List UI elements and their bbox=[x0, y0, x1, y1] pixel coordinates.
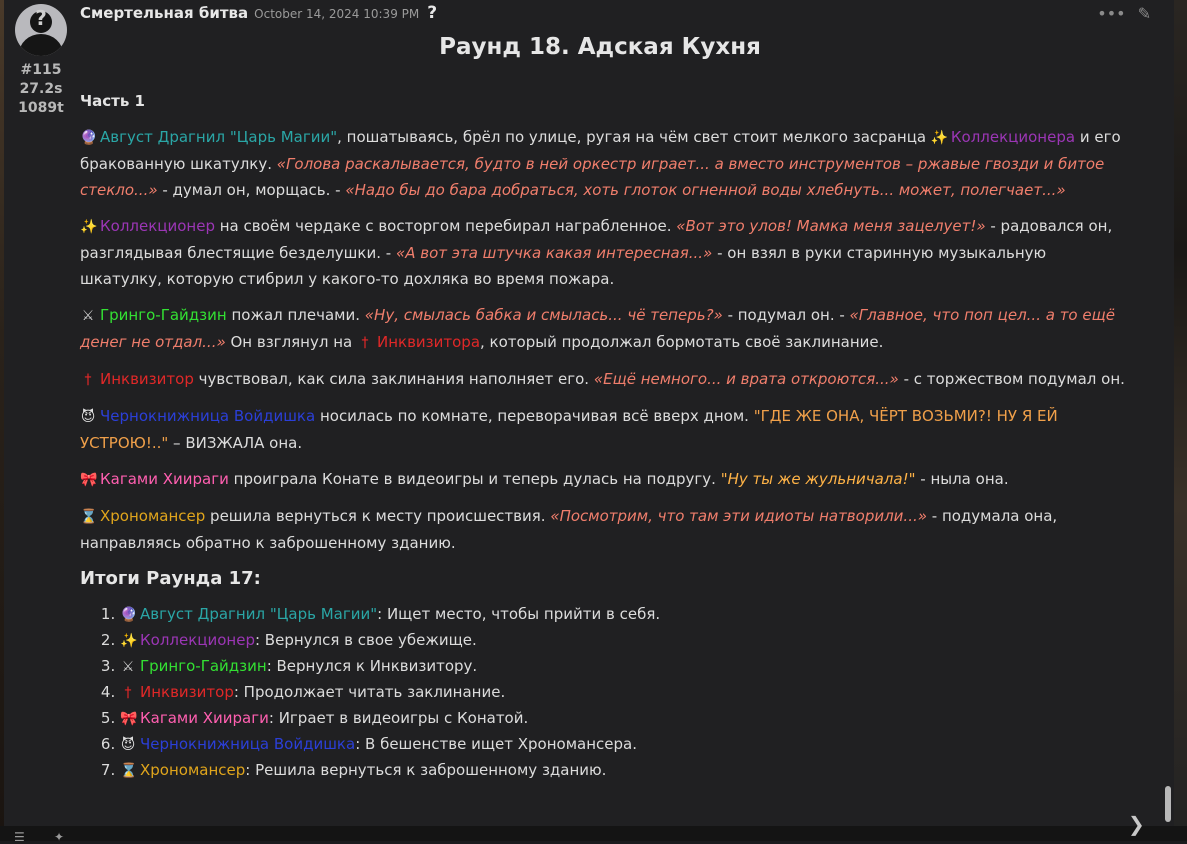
story-paragraph: 🔮 Август Драгнил "Царь Магии", пошатываяс… bbox=[80, 124, 1125, 203]
narration: - подумал он. - bbox=[722, 306, 850, 324]
crystal-ball-icon: 🔮 bbox=[120, 607, 138, 623]
character-gringo: Гринго-Гайдзин bbox=[140, 657, 267, 675]
sparkles-icon: ✨ bbox=[80, 219, 98, 235]
devil-face-icon: 😈 bbox=[120, 737, 136, 753]
quote: «Посмотрим, что там эти идиоты натворили… bbox=[550, 507, 927, 525]
quote: «Ну, смылась бабка и смылась... чё тепер… bbox=[364, 306, 723, 324]
quote: «Вот это улов! Мамка меня зацелует!» bbox=[676, 217, 986, 235]
narration: проиграла Конате в видеоигры и теперь ду… bbox=[228, 470, 721, 488]
result-text: : Решила вернуться к заброшенному зданию… bbox=[245, 761, 607, 779]
message-timestamp: October 14, 2024 10:39 PM bbox=[254, 7, 420, 21]
generation-time: 27.2s bbox=[19, 81, 63, 97]
list-item: † Инквизитор: Продолжает читать заклинани… bbox=[120, 680, 1125, 706]
character-collector: Коллекционер bbox=[140, 631, 255, 649]
story-paragraph: 🎀 Кагами Хиираги проиграла Конате в видео… bbox=[80, 466, 1125, 493]
quote: «А вот эта штучка какая интересная...» bbox=[395, 244, 713, 262]
character-gringo: Гринго-Гайдзин bbox=[100, 306, 227, 324]
results-list: 🔮Август Драгнил "Царь Магии": Ищет место… bbox=[80, 602, 1125, 784]
menu-icon[interactable]: ☰ bbox=[14, 830, 25, 844]
list-item: 🔮Август Драгнил "Царь Магии": Ищет место… bbox=[120, 602, 1125, 628]
character-august: Август Драгнил "Царь Магии" bbox=[140, 605, 378, 623]
narration: – ВИЗЖАЛА она. bbox=[168, 434, 303, 452]
message-body: Часть 1 🔮 Август Драгнил "Царь Магии", по… bbox=[80, 88, 1125, 784]
result-text: : Ищет место, чтобы прийти в себя. bbox=[377, 605, 661, 623]
narration: пожал плечами. bbox=[226, 306, 365, 324]
crossed-swords-icon: ⚔ bbox=[81, 308, 95, 324]
ribbon-icon: 🎀 bbox=[120, 711, 138, 727]
character-collector: Коллекционер bbox=[100, 217, 215, 235]
character-inquisitor: Инквизитор bbox=[140, 683, 234, 701]
part-heading: Часть 1 bbox=[80, 92, 145, 110]
character-kagami: Кагами Хиираги bbox=[100, 470, 229, 488]
dagger-icon: † bbox=[124, 685, 132, 701]
crystal-ball-icon: 🔮 bbox=[80, 130, 98, 146]
ribbon-icon: 🎀 bbox=[80, 472, 98, 488]
author-name[interactable]: Смертельная битва bbox=[80, 4, 248, 22]
dagger-icon: † bbox=[84, 372, 92, 388]
story-paragraph: ⚔ Гринго-Гайдзин пожал плечами. «Ну, смыл… bbox=[80, 302, 1125, 356]
narration: Он взглянул на bbox=[225, 333, 357, 351]
result-text: : Играет в видеоигры с Конатой. bbox=[268, 709, 529, 727]
list-item: 😈Чернокнижница Войдишка: В бешенстве ище… bbox=[120, 732, 1125, 758]
results-heading: Итоги Раунда 17: bbox=[80, 568, 261, 589]
hourglass-icon: ⌛ bbox=[80, 509, 98, 525]
magic-wand-icon[interactable]: ✦ bbox=[54, 830, 64, 844]
quote: "Ну ты же жульничала!" bbox=[720, 470, 916, 488]
narration: - с торжеством подумал он. bbox=[898, 370, 1125, 388]
hourglass-icon: ⌛ bbox=[120, 763, 138, 779]
quote: «Надо бы до бара добраться, хоть глоток … bbox=[345, 181, 1066, 199]
chevron-icon[interactable]: ❯ bbox=[1128, 812, 1145, 836]
story-paragraph: ⌛ Хрономансер решила вернуться к месту пр… bbox=[80, 503, 1125, 556]
narration: , который продолжал бормотать своё закли… bbox=[480, 333, 884, 351]
crossed-swords-icon: ⚔ bbox=[121, 659, 135, 675]
story-paragraph: 😈 Чернокнижница Войдишка носилась по комн… bbox=[80, 403, 1125, 456]
character-august: Август Драгнил "Царь Магии" bbox=[100, 128, 338, 146]
more-options-icon[interactable]: ••• bbox=[1097, 4, 1125, 23]
dagger-icon: † bbox=[361, 335, 369, 351]
result-text: : Вернулся в свое убежище. bbox=[254, 631, 477, 649]
character-chronomancer: Хрономансер bbox=[100, 507, 206, 525]
character-inquisitor: Инквизитор bbox=[100, 370, 194, 388]
edit-icon[interactable]: ✎ bbox=[1138, 4, 1151, 23]
devil-face-icon: 😈 bbox=[80, 409, 96, 425]
sparkles-icon: ✨ bbox=[930, 130, 949, 146]
message-index: #115 bbox=[20, 62, 62, 78]
character-warlock: Чернокнижница Войдишка bbox=[140, 735, 356, 753]
scrollbar[interactable] bbox=[1165, 786, 1171, 822]
narration: носилась по комнате, переворачивая всё в… bbox=[315, 407, 754, 425]
narration: - думал он, морщась. - bbox=[157, 181, 346, 199]
result-text: : В бешенстве ищет Хрономансера. bbox=[355, 735, 637, 753]
narration: на своём чердаке с восторгом перебирал н… bbox=[214, 217, 677, 235]
result-text: : Продолжает читать заклинание. bbox=[233, 683, 506, 701]
message-tools: ••• ✎ bbox=[1097, 4, 1151, 23]
quote: «Ещё немного... и врата откроются...» bbox=[593, 370, 899, 388]
message-header: Смертельная битва October 14, 2024 10:39… bbox=[80, 3, 437, 27]
message-title: Раунд 18. Адская Кухня bbox=[439, 34, 761, 60]
result-text: : Вернулся к Инквизитору. bbox=[266, 657, 478, 675]
narration: чувствовал, как сила заклинания наполняе… bbox=[193, 370, 594, 388]
token-count: 1089t bbox=[18, 100, 64, 116]
story-paragraph: † Инквизитор чувствовал, как сила заклина… bbox=[80, 366, 1125, 393]
character-warlock: Чернокнижница Войдишка bbox=[100, 407, 316, 425]
story-paragraph: ✨ Коллекционер на своём чердаке с восторг… bbox=[80, 213, 1125, 292]
narration: - ныла она. bbox=[915, 470, 1009, 488]
list-item: 🎀Кагами Хиираги: Играет в видеоигры с Ко… bbox=[120, 706, 1125, 732]
character-inquisitor: Инквизитора bbox=[376, 333, 481, 351]
bottom-toolbar bbox=[0, 826, 1187, 841]
narration: решила вернуться к месту происшествия. bbox=[205, 507, 551, 525]
character-kagami: Кагами Хиираги bbox=[140, 709, 269, 727]
background-edge-right bbox=[1174, 0, 1187, 841]
avatar[interactable]: ? bbox=[15, 4, 67, 56]
character-collector: Коллекционера bbox=[950, 128, 1076, 146]
list-item: ⚔ Гринго-Гайдзин: Вернулся к Инквизитору. bbox=[120, 654, 1125, 680]
character-chronomancer: Хрономансер bbox=[140, 761, 246, 779]
help-icon[interactable]: ? bbox=[427, 3, 437, 23]
narration: , пошатываясь, брёл по улице, ругая на ч… bbox=[337, 128, 931, 146]
sparkles-icon: ✨ bbox=[120, 633, 138, 649]
list-item: ✨Коллекционер: Вернулся в свое убежище. bbox=[120, 628, 1125, 654]
list-item: ⌛Хрономансер: Решила вернуться к заброше… bbox=[120, 758, 1125, 784]
